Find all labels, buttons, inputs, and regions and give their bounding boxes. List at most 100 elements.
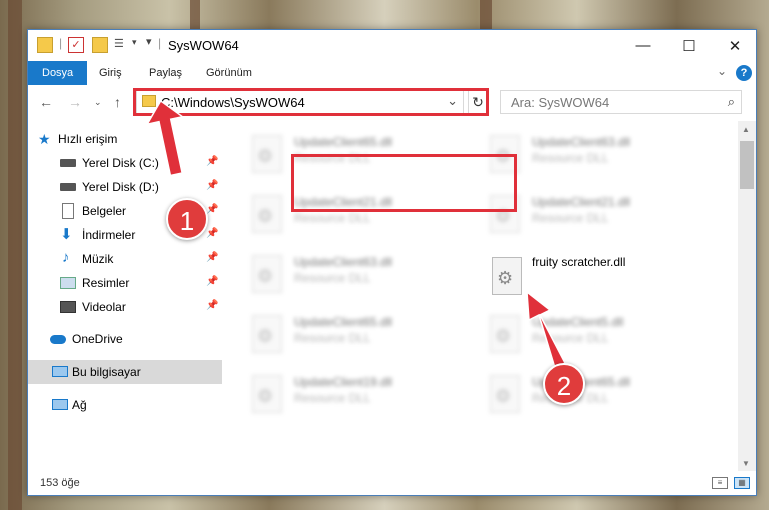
gear-icon: ⚙ bbox=[495, 326, 512, 346]
sidebar-item-label: Müzik bbox=[82, 252, 114, 266]
toolbar-divider: | bbox=[158, 36, 162, 50]
file-item[interactable]: ⚙ UpdateClient5.dll Resource DLL bbox=[462, 307, 692, 363]
ribbon-collapse-icon[interactable]: ⌄ bbox=[717, 64, 727, 78]
dll-file-icon: ⚙ bbox=[490, 375, 520, 413]
sidebar-item-label: Ağ bbox=[72, 398, 87, 412]
title-bar: | ✓ ☰ ▾ ▾ | SysWOW64 — ☐ ✕ bbox=[28, 30, 756, 61]
file-name: fruity scratcher.dll bbox=[532, 255, 626, 269]
details-view-icon[interactable]: ≡ bbox=[712, 477, 728, 489]
sidebar-item-label: OneDrive bbox=[72, 332, 123, 346]
file-name: UpdateClient5.dll bbox=[532, 315, 624, 329]
gear-icon: ⚙ bbox=[257, 146, 274, 166]
pin-icon[interactable]: 📌 bbox=[206, 252, 218, 263]
gear-icon: ⚙ bbox=[257, 386, 274, 406]
download-icon: ⬇ bbox=[60, 226, 73, 243]
file-type: Resource DLL bbox=[294, 211, 371, 225]
large-icons-view-icon[interactable]: ▦ bbox=[734, 477, 750, 489]
file-type: Resource DLL bbox=[294, 271, 371, 285]
tab-share[interactable]: Paylaş bbox=[149, 61, 182, 85]
pin-icon[interactable]: 📌 bbox=[206, 204, 218, 215]
gear-icon: ⚙ bbox=[497, 268, 514, 288]
ribbon-tabs: Dosya Giriş Paylaş Görünüm ⌄ ? bbox=[28, 61, 756, 85]
pin-icon[interactable]: 📌 bbox=[206, 300, 218, 311]
file-type: Resource DLL bbox=[532, 151, 609, 165]
tab-file[interactable]: Dosya bbox=[28, 61, 88, 85]
file-item[interactable]: ⚙ UpdateClient63.dll Resource DLL bbox=[224, 247, 454, 303]
pin-icon[interactable]: 📌 bbox=[206, 156, 218, 167]
file-name: UpdateClient21.dll bbox=[532, 195, 631, 209]
search-icon[interactable]: ⌕ bbox=[728, 94, 735, 110]
sidebar-item-network[interactable]: Ağ bbox=[28, 393, 222, 417]
drive-icon bbox=[60, 159, 76, 167]
pin-icon[interactable]: 📌 bbox=[206, 180, 218, 191]
tab-view[interactable]: Görünüm bbox=[206, 61, 252, 85]
pin-icon[interactable]: 📌 bbox=[206, 276, 218, 287]
sidebar-item-pictures[interactable]: Resimler 📌 bbox=[28, 271, 222, 295]
help-icon[interactable]: ? bbox=[736, 65, 752, 81]
sidebar-item-onedrive[interactable]: OneDrive bbox=[28, 327, 222, 351]
dll-file-icon: ⚙ bbox=[490, 315, 520, 353]
file-name: UpdateClient65.dll bbox=[294, 315, 393, 329]
sidebar-item-videos[interactable]: Videolar 📌 bbox=[28, 295, 222, 319]
music-icon: ♪ bbox=[62, 249, 70, 266]
sidebar-item-quick-access[interactable]: ★ Hızlı erişim bbox=[28, 127, 222, 151]
qa-dropdown-icon[interactable]: ▾ bbox=[146, 35, 152, 48]
videos-icon bbox=[60, 301, 76, 313]
background-tree bbox=[480, 0, 492, 30]
sidebar-item-label: Hızlı erişim bbox=[58, 132, 118, 146]
tab-home[interactable]: Giriş bbox=[99, 61, 122, 85]
pictures-icon bbox=[60, 277, 76, 289]
highlight-box-address bbox=[133, 88, 489, 116]
gear-icon: ⚙ bbox=[257, 266, 274, 286]
maximize-button[interactable]: ☐ bbox=[666, 30, 712, 61]
file-type: Resource DLL bbox=[532, 211, 609, 225]
customize-toolbar-icon[interactable]: ▾ bbox=[132, 37, 137, 48]
vertical-scrollbar[interactable]: ▲ ▼ bbox=[738, 121, 756, 471]
sidebar-item-label: Resimler bbox=[82, 276, 130, 290]
dll-file-icon: ⚙ bbox=[252, 255, 282, 293]
step-badge-1: 1 bbox=[166, 198, 208, 240]
pin-icon[interactable]: 📌 bbox=[206, 228, 218, 239]
scrollbar-thumb[interactable] bbox=[740, 141, 754, 189]
scroll-down-icon[interactable]: ▼ bbox=[742, 459, 750, 468]
sidebar-item-label: İndirmeler bbox=[82, 228, 136, 242]
sidebar-item-label: Videolar bbox=[82, 300, 126, 314]
network-icon bbox=[52, 399, 68, 410]
scroll-up-icon[interactable]: ▲ bbox=[742, 125, 750, 134]
window-title: SysWOW64 bbox=[168, 38, 239, 53]
sidebar-item-music[interactable]: ♪ Müzik 📌 bbox=[28, 247, 222, 271]
sidebar-item-label: Belgeler bbox=[82, 204, 127, 218]
drive-icon bbox=[60, 183, 76, 191]
properties-icon[interactable]: ✓ bbox=[68, 37, 84, 53]
sidebar-item-drive-d[interactable]: Yerel Disk (D:) 📌 bbox=[28, 175, 222, 199]
new-folder-icon[interactable] bbox=[92, 37, 108, 53]
dll-file-icon: ⚙ bbox=[252, 195, 282, 233]
search-input[interactable]: Ara: SysWOW64 ⌕ bbox=[500, 90, 742, 114]
file-name: UpdateClient63.dll bbox=[294, 255, 393, 269]
computer-icon bbox=[52, 366, 68, 377]
sidebar-item-this-pc[interactable]: Bu bilgisayar bbox=[28, 360, 222, 384]
file-item-target[interactable]: ⚙ fruity scratcher.dll bbox=[462, 247, 692, 303]
rename-icon[interactable]: ☰ bbox=[114, 37, 130, 53]
address-row: ← → ⌄ ↑ C:\Windows\SysWOW64 ⌄ ↻ Ara: Sys… bbox=[28, 85, 756, 121]
toolbar-divider: | bbox=[59, 36, 63, 50]
close-button[interactable]: ✕ bbox=[712, 30, 758, 61]
dll-file-icon: ⚙ bbox=[492, 257, 522, 295]
background-tree bbox=[8, 0, 22, 510]
gear-icon: ⚙ bbox=[495, 386, 512, 406]
sidebar-item-drive-c[interactable]: Yerel Disk (C:) 📌 bbox=[28, 151, 222, 175]
navigation-pane: ★ Hızlı erişim Yerel Disk (C:) 📌 Yerel D… bbox=[28, 121, 222, 471]
step-badge-2: 2 bbox=[543, 363, 585, 405]
folder-icon bbox=[37, 37, 53, 53]
search-placeholder: Ara: SysWOW64 bbox=[511, 95, 610, 110]
file-type: Resource DLL bbox=[532, 331, 609, 345]
file-item[interactable]: ⚙ UpdateClient65.dll Resource DLL bbox=[224, 307, 454, 363]
up-icon[interactable]: ↑ bbox=[114, 94, 121, 110]
back-icon[interactable]: ← bbox=[39, 94, 53, 110]
explorer-window: | ✓ ☰ ▾ ▾ | SysWOW64 — ☐ ✕ Dosya Giriş P… bbox=[27, 29, 757, 496]
dll-file-icon: ⚙ bbox=[252, 315, 282, 353]
file-item[interactable]: ⚙ UpdateClient19.dll Resource DLL bbox=[224, 367, 454, 423]
minimize-button[interactable]: — bbox=[620, 30, 666, 61]
recent-locations-icon[interactable]: ⌄ bbox=[94, 97, 102, 108]
forward-icon[interactable]: → bbox=[68, 94, 82, 110]
